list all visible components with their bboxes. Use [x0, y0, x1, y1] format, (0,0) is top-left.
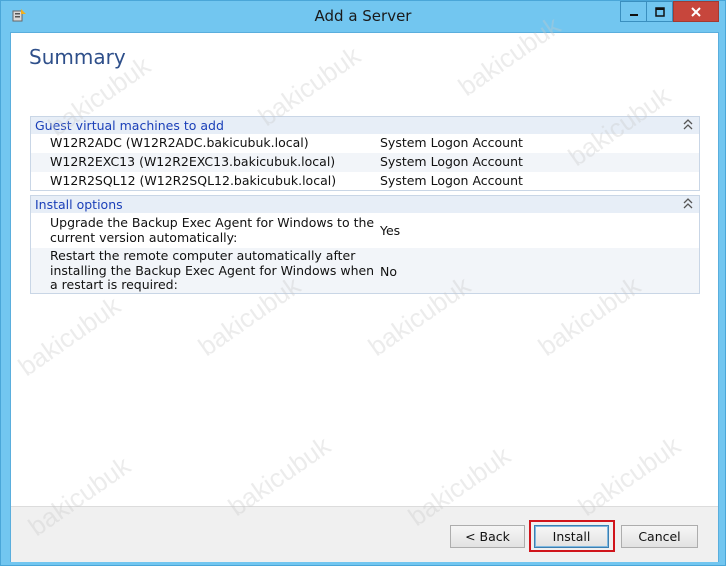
option-label: Upgrade the Backup Exec Agent for Window… [50, 215, 375, 245]
option-value: No [380, 264, 397, 279]
add-server-window: Add a Server Summary Guest virtual machi… [0, 0, 726, 566]
dialog-content: Summary Guest virtual machines to add W1… [10, 32, 719, 562]
collapse-icon[interactable] [682, 196, 694, 213]
minimize-button[interactable] [620, 1, 647, 22]
section-title: Guest virtual machines to add [35, 118, 224, 133]
vm-account: System Logon Account [380, 135, 523, 150]
vm-account: System Logon Account [380, 154, 523, 169]
section-header[interactable]: Install options [31, 196, 699, 213]
close-icon [691, 6, 701, 17]
button-bar: < Back Install Cancel [11, 506, 718, 562]
vm-name: W12R2EXC13 (W12R2EXC13.bakicubuk.local) [50, 154, 336, 169]
table-row: W12R2EXC13 (W12R2EXC13.bakicubuk.local) … [31, 153, 699, 172]
install-button[interactable]: Install [534, 525, 609, 548]
install-options-section: Install options Upgrade the Backup Exec … [30, 195, 700, 294]
table-row: Upgrade the Backup Exec Agent for Window… [31, 213, 699, 248]
maximize-button[interactable] [647, 1, 673, 22]
minimize-icon [629, 13, 638, 16]
vm-name: W12R2ADC (W12R2ADC.bakicubuk.local) [50, 135, 309, 150]
vm-name: W12R2SQL12 (W12R2SQL12.bakicubuk.local) [50, 173, 337, 188]
back-button[interactable]: < Back [450, 525, 525, 548]
collapse-icon[interactable] [682, 117, 694, 134]
section-header[interactable]: Guest virtual machines to add [31, 117, 699, 134]
vm-account: System Logon Account [380, 173, 523, 188]
option-value: Yes [380, 223, 401, 238]
guest-vm-section: Guest virtual machines to add W12R2ADC (… [30, 116, 700, 191]
cancel-button[interactable]: Cancel [621, 525, 698, 548]
window-title: Add a Server [314, 7, 412, 25]
title-bar[interactable]: Add a Server [1, 1, 725, 32]
maximize-icon [654, 6, 665, 17]
table-row: W12R2SQL12 (W12R2SQL12.bakicubuk.local) … [31, 172, 699, 190]
option-label: Restart the remote computer automaticall… [50, 248, 375, 292]
table-row: W12R2ADC (W12R2ADC.bakicubuk.local) Syst… [31, 134, 699, 153]
close-button[interactable] [673, 1, 719, 22]
page-heading: Summary [29, 45, 126, 69]
table-row: Restart the remote computer automaticall… [31, 248, 699, 293]
section-title: Install options [35, 197, 123, 212]
